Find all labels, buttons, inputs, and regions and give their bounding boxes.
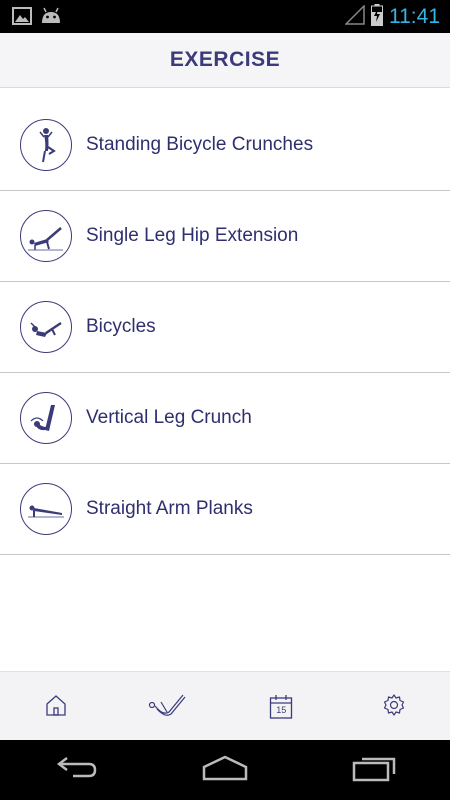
- page-title: EXERCISE: [169, 48, 281, 71]
- calendar-icon: 15: [269, 694, 293, 720]
- tab-calendar[interactable]: 15: [251, 677, 311, 737]
- exercise-list: Standing Bicycle Crunches Single Leg Hip…: [0, 100, 450, 555]
- status-bar: 11:41: [0, 0, 450, 33]
- nav-back-button[interactable]: [40, 745, 110, 795]
- tab-settings[interactable]: [364, 677, 424, 737]
- exercise-item[interactable]: Standing Bicycle Crunches: [0, 100, 450, 191]
- standing-figure-icon: [20, 119, 72, 171]
- bottom-tab-bar: 15: [0, 671, 450, 741]
- exercise-item[interactable]: Straight Arm Planks: [0, 464, 450, 555]
- signal-icon: [344, 3, 365, 29]
- system-nav-bar: [0, 740, 450, 800]
- exercise-label: Vertical Leg Crunch: [86, 407, 252, 428]
- recents-icon: [352, 754, 398, 786]
- exercise-label: Single Leg Hip Extension: [86, 225, 299, 246]
- nav-recents-button[interactable]: [340, 745, 410, 795]
- exercise-item[interactable]: Bicycles: [0, 282, 450, 373]
- leg-crunch-figure-icon: [20, 392, 72, 444]
- home-icon: [44, 693, 68, 721]
- status-time: 11:41: [389, 4, 440, 28]
- settings-icon: [382, 693, 406, 721]
- back-arrow-icon: [53, 754, 97, 786]
- exercise-label: Standing Bicycle Crunches: [86, 134, 314, 155]
- app-header: EXERCISE: [0, 33, 450, 88]
- tab-exercise[interactable]: [139, 677, 199, 737]
- exercise-label: Straight Arm Planks: [86, 498, 253, 519]
- image-icon: [12, 7, 32, 29]
- bicycles-figure-icon: [20, 301, 72, 353]
- hip-extension-figure-icon: [20, 210, 72, 262]
- nav-home-button[interactable]: [190, 745, 260, 795]
- home-outline-icon: [201, 755, 249, 785]
- exercise-item[interactable]: Single Leg Hip Extension: [0, 191, 450, 282]
- tab-home[interactable]: [26, 677, 86, 737]
- exercise-icon: [147, 690, 191, 724]
- exercise-item[interactable]: Vertical Leg Crunch: [0, 373, 450, 464]
- calendar-day: 15: [276, 704, 287, 715]
- exercise-label: Bicycles: [86, 316, 156, 337]
- plank-figure-icon: [20, 483, 72, 535]
- android-icon: [40, 7, 62, 29]
- battery-charging-icon: [371, 3, 383, 30]
